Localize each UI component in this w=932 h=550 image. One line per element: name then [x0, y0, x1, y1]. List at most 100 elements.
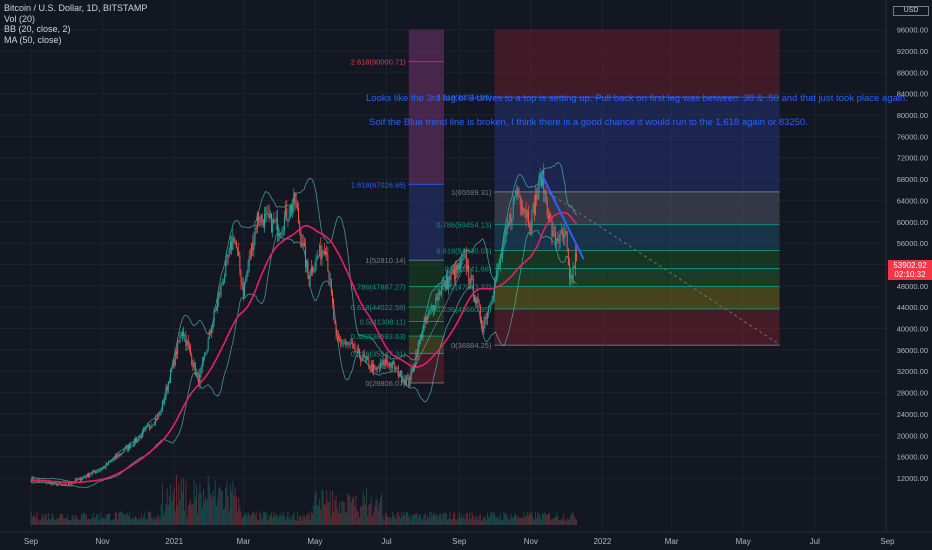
- volume-bar: [398, 516, 400, 525]
- volume-bar: [165, 503, 167, 525]
- volume-bar: [533, 520, 535, 525]
- candle-body: [526, 211, 528, 218]
- volume-bar: [360, 506, 362, 525]
- candle-body: [119, 453, 121, 456]
- volume-bar: [532, 518, 534, 525]
- candle-body: [191, 355, 193, 365]
- price-tick-label: 16000.00: [897, 453, 928, 462]
- volume-bar: [439, 513, 441, 525]
- candle-body: [546, 201, 548, 216]
- volume-bar: [387, 516, 389, 525]
- volume-bar: [510, 514, 512, 525]
- candle-body: [82, 477, 84, 480]
- volume-bar: [212, 490, 214, 525]
- volume-bar: [238, 497, 240, 525]
- volume-bar: [442, 513, 444, 525]
- volume-bar: [104, 518, 106, 525]
- candle-body: [551, 220, 553, 237]
- volume-bar: [110, 520, 112, 525]
- volume-bar: [496, 517, 498, 525]
- volume-bar: [397, 511, 399, 525]
- price-chart[interactable]: 2.618(90000.71) 1.618(67026.65) 1(52810.14…: [0, 0, 932, 550]
- volume-bar: [375, 499, 377, 525]
- candle-body: [124, 448, 126, 452]
- candle-body: [179, 335, 181, 342]
- candle-body: [137, 439, 139, 442]
- bb-indicator-label[interactable]: BB (20, close, 2): [4, 24, 147, 35]
- volume-bar: [429, 511, 431, 525]
- volume-bar: [342, 501, 344, 525]
- volume-bar: [427, 515, 429, 525]
- volume-bar: [157, 514, 159, 525]
- candle-body: [258, 212, 260, 222]
- price-tick-label: 96000.00: [897, 26, 928, 35]
- volume-bar: [269, 514, 271, 525]
- volume-bar: [470, 519, 472, 525]
- candle-body: [510, 214, 512, 222]
- volume-bar: [52, 516, 54, 525]
- candle-body: [248, 255, 250, 267]
- volume-bar: [48, 513, 50, 525]
- candle-body: [436, 297, 438, 301]
- volume-bar: [205, 496, 207, 525]
- volume-bar: [462, 518, 464, 525]
- fib-right-zone: [494, 97, 780, 192]
- candle-body: [471, 275, 473, 280]
- candle-body: [441, 286, 443, 294]
- candle-body: [498, 265, 500, 267]
- volume-bar: [368, 504, 370, 525]
- candle-body: [255, 228, 257, 229]
- symbol-title[interactable]: Bitcoin / U.S. Dollar, 1D, BITSTAMP: [4, 3, 147, 14]
- volume-bar: [251, 513, 253, 525]
- fib-left-level-label: 0(29806.07): [365, 379, 406, 388]
- candle-body: [489, 305, 491, 307]
- candle-body: [192, 364, 194, 368]
- volume-bar: [444, 511, 446, 525]
- volume-bar: [341, 499, 343, 525]
- candle-body: [574, 253, 576, 268]
- annotation-text-2[interactable]: Soif the Blue trend line is broken, I th…: [369, 117, 808, 128]
- volume-bar: [186, 517, 188, 525]
- candle-body: [320, 245, 322, 260]
- ma-indicator-label[interactable]: MA (50, close): [4, 35, 147, 46]
- volume-bar: [253, 511, 255, 525]
- volume-bar: [411, 514, 413, 525]
- volume-bar: [234, 487, 236, 525]
- vol-indicator-label[interactable]: Vol (20): [4, 14, 147, 25]
- volume-bar: [227, 496, 229, 525]
- volume-bar: [200, 493, 202, 525]
- candle-body: [482, 325, 484, 332]
- candle-body: [353, 343, 355, 345]
- volume-bar: [97, 515, 99, 525]
- volume-bar: [233, 495, 235, 525]
- annotation-text-1[interactable]: Looks like the 3rd leg of 3 drives to a …: [366, 93, 908, 104]
- candle-body: [537, 192, 539, 200]
- candle-body: [289, 205, 291, 217]
- volume-bar: [30, 511, 32, 525]
- volume-bar: [477, 519, 479, 525]
- candle-body: [421, 334, 423, 338]
- candle-body: [310, 267, 312, 276]
- candle-body: [430, 306, 432, 310]
- time-tick-label: Jul: [381, 537, 391, 546]
- candle-body: [508, 223, 510, 227]
- candle-body: [147, 425, 149, 426]
- volume-bar: [224, 508, 226, 525]
- volume-bar: [69, 519, 71, 525]
- candle-body: [462, 259, 464, 260]
- candle-body: [283, 216, 285, 231]
- fibonacci-retracements[interactable]: 2.618(90000.71) 1.618(67026.65) 1(52810.14…: [351, 29, 780, 388]
- candle-body: [224, 275, 226, 283]
- candle-body: [206, 349, 208, 353]
- candle-body: [151, 424, 153, 428]
- candle-body: [174, 351, 176, 366]
- volume-bar: [469, 511, 471, 525]
- candle-body: [95, 472, 97, 474]
- volume-bar: [229, 484, 231, 525]
- price-tick-label: 24000.00: [897, 410, 928, 419]
- time-axis[interactable]: Sep Nov 2021 Mar May Jul Sep Nov 2022 Mar May Jul Se…: [0, 531, 932, 550]
- currency-label[interactable]: USD: [893, 6, 929, 16]
- fib-left-level-label: 2.618(90000.71): [351, 58, 407, 67]
- candle-body: [481, 320, 483, 326]
- candle-body: [344, 343, 346, 344]
